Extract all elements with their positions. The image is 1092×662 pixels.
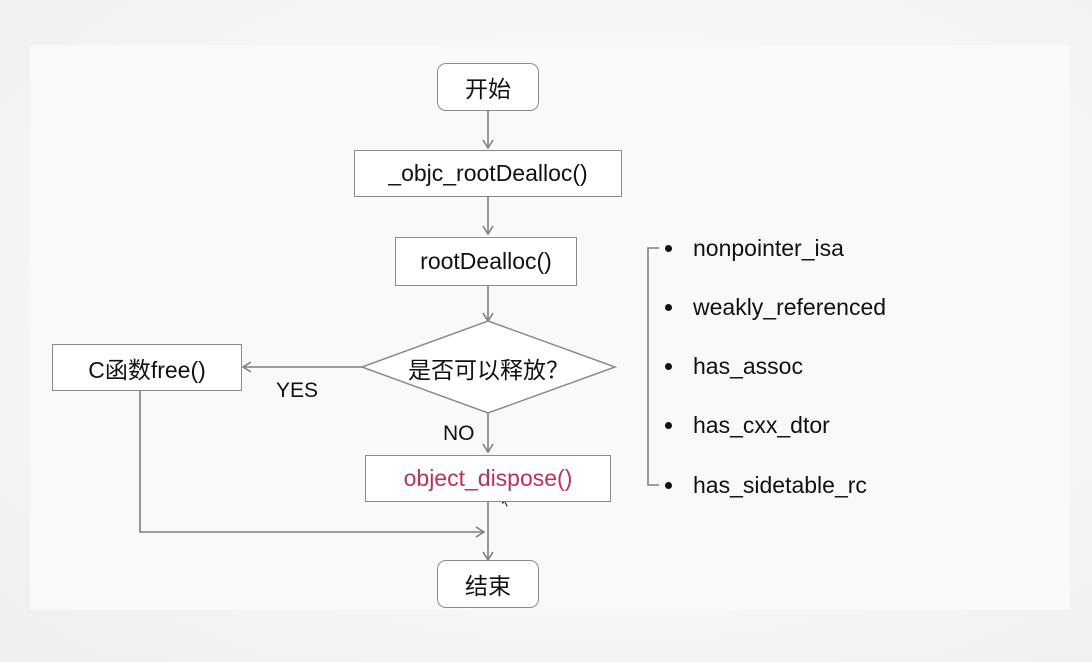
end-node: 结束 [437,560,539,608]
condition-item: nonpointer_isa [665,233,844,263]
condition-text: has_assoc [693,352,803,379]
condition-text: has_cxx_dtor [693,411,830,438]
no-label: NO [443,422,475,445]
start-node: 开始 [437,63,539,111]
decision-label: 是否可以释放？ [408,357,569,383]
bullet-icon [665,244,672,252]
bullet-icon [665,421,672,429]
condition-item: has_assoc [665,351,803,381]
condition-item: weakly_referenced [665,292,886,322]
condition-item: has_sidetable_rc [665,470,867,500]
root-dealloc-node: rootDealloc() [395,237,577,286]
slide-background: 开始 _objc_rootDealloc() rootDealloc() 是否可… [0,0,1092,662]
condition-text: weakly_referenced [693,293,887,320]
flow-connectors [139,110,659,562]
yes-label: YES [276,379,319,402]
conditions-bracket [647,247,659,486]
objc-root-dealloc-node: _objc_rootDealloc() [354,150,622,197]
object-dispose-node: object_dispose() [365,455,611,502]
bullet-icon [665,303,672,311]
c-free-node: C函数free() [52,344,242,391]
condition-text: has_sidetable_rc [693,471,867,498]
condition-item: has_cxx_dtor [665,410,830,440]
bullet-icon [665,481,672,489]
condition-text: nonpointer_isa [693,234,844,261]
bullet-icon [665,362,672,370]
